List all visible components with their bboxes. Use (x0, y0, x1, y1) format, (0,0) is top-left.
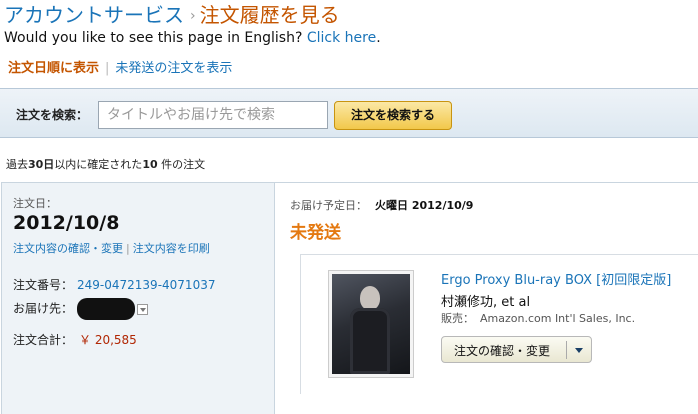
summary-middle: 以内に確定された (54, 158, 143, 171)
ship-to-row: お届け先： (13, 298, 149, 320)
order-card: 注文日： 2012/10/8 注文内容の確認・変更 | 注文内容を印刷 注文番号： 2… (1, 182, 698, 414)
english-prompt-suffix: . (376, 30, 381, 46)
order-item: Ergo Proxy Blu-ray BOX [初回限定版] 村瀬修功, et … (300, 254, 698, 394)
order-number-row: 注文番号： 249-0472139-4071037 (13, 276, 215, 293)
order-details-link[interactable]: 注文内容の確認・変更 (13, 242, 123, 255)
seller-label: 販売： (441, 312, 474, 325)
order-count-summary: 過去30日以内に確定された10 件の注文 (6, 156, 205, 172)
sort-unshipped-link[interactable]: 未発送の注文を表示 (115, 61, 232, 76)
breadcrumb-separator: › (190, 8, 196, 24)
print-order-link[interactable]: 注文内容を印刷 (133, 242, 210, 255)
redacted-recipient-name (77, 298, 136, 320)
order-info-panel: 注文日： 2012/10/8 注文内容の確認・変更 | 注文内容を印刷 注文番号： 2… (2, 183, 275, 414)
order-search-bar: 注文を検索： タイトルやお届け先で検索 注文を検索する (0, 88, 698, 138)
search-label: 注文を検索： (16, 108, 89, 122)
order-date-label: 注文日： (13, 197, 57, 210)
product-title-link[interactable]: Ergo Proxy Blu-ray BOX [初回限定版] (441, 269, 671, 288)
order-total-row: 注文合計： ￥ 20,585 (13, 331, 137, 348)
order-total: ￥ 20,585 (79, 333, 137, 347)
order-number-label: 注文番号： (13, 278, 74, 292)
summary-prefix: 過去 (6, 158, 28, 171)
chevron-down-icon[interactable] (137, 303, 149, 315)
order-date: 2012/10/8 (13, 212, 120, 234)
english-link[interactable]: Click here (307, 30, 376, 46)
english-prompt-text: Would you like to see this page in Engli… (4, 30, 303, 46)
sort-by-date: 注文日順に表示 (8, 61, 100, 76)
product-author: 村瀬修功, et al (441, 295, 531, 310)
shipment-panel: お届け予定日： 火曜日 2012/10/9 未発送 Ergo Proxy Blu-… (276, 183, 698, 414)
delivery-estimate: お届け予定日： 火曜日 2012/10/9 (290, 197, 473, 213)
delivery-date: 火曜日 2012/10/9 (375, 199, 474, 212)
breadcrumb: アカウントサービス › 注文履歴を見る (4, 2, 340, 29)
shipment-status: 未発送 (290, 223, 341, 243)
sort-options: 注文日順に表示 | 未発送の注文を表示 (8, 59, 232, 79)
delivery-label: お届け予定日： (290, 199, 367, 212)
search-orders-button[interactable]: 注文を検索する (334, 101, 452, 130)
manage-order-button[interactable]: 注文の確認・変更 (441, 336, 592, 363)
dropdown-arrow-icon[interactable] (575, 348, 583, 353)
summary-suffix: 件の注文 (157, 158, 206, 171)
seller-name: Amazon.com Int'l Sales, Inc. (480, 312, 636, 325)
order-total-label: 注文合計： (13, 333, 74, 347)
summary-count: 10 (142, 158, 158, 171)
search-input[interactable]: タイトルやお届け先で検索 (98, 101, 328, 129)
button-divider (566, 341, 567, 359)
ship-to-label: お届け先： (13, 301, 74, 316)
order-number-link[interactable]: 249-0472139-4071037 (77, 278, 215, 292)
link-separator: | (126, 242, 130, 255)
summary-days: 30日 (28, 158, 55, 171)
english-prompt: Would you like to see this page in Engli… (4, 28, 381, 48)
sort-separator: | (105, 61, 110, 76)
breadcrumb-account-services[interactable]: アカウントサービス (4, 3, 184, 27)
product-seller: 販売： Amazon.com Int'l Sales, Inc. (441, 310, 635, 326)
page-title: 注文履歴を見る (199, 3, 340, 27)
order-links: 注文内容の確認・変更 | 注文内容を印刷 (13, 240, 210, 256)
product-image[interactable] (328, 270, 414, 378)
manage-order-button-label: 注文の確認・変更 (454, 344, 551, 358)
